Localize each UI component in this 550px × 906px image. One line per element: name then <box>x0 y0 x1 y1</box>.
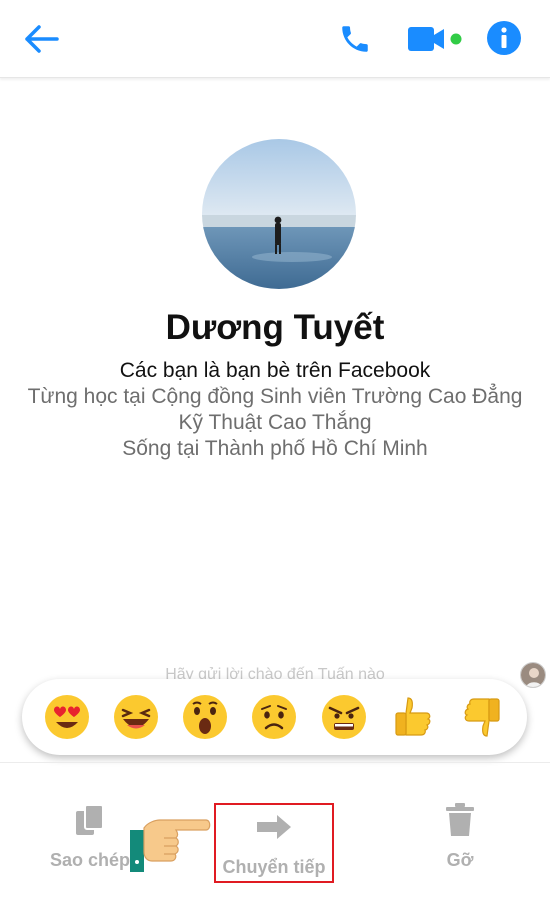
forward-label: Chuyển tiếp <box>222 857 326 877</box>
friend-status: Các bạn là bạn bè trên Facebook <box>119 359 431 382</box>
thumbs-up-reaction[interactable] <box>390 694 436 740</box>
wow-emoji-icon <box>183 695 228 739</box>
location-info: Sống tại Thành phố Hồ Chí Minh <box>122 437 428 460</box>
wow-reaction[interactable] <box>182 694 228 740</box>
conversation-info-button[interactable] <box>482 16 526 60</box>
profile-details: Các bạn là bạn bè trên Facebook Từng học… <box>20 358 530 462</box>
pointing-hand-icon <box>128 800 212 876</box>
laughing-emoji-icon <box>114 695 159 739</box>
profile-name: Dương Tuyết <box>165 308 385 347</box>
video-call-button[interactable] <box>406 18 468 60</box>
thumbs-down-icon <box>464 698 500 737</box>
sad-emoji-icon <box>252 695 297 739</box>
unsend-label: Gỡ <box>446 850 474 870</box>
reaction-bar <box>22 679 527 755</box>
profile-avatar[interactable] <box>202 139 356 289</box>
copy-label: Sao chép <box>49 850 131 870</box>
back-button[interactable] <box>18 16 64 62</box>
angry-emoji-icon <box>321 695 366 739</box>
phone-icon <box>342 26 368 52</box>
laughing-reaction[interactable] <box>113 694 159 740</box>
heart-eyes-reaction[interactable] <box>44 694 90 740</box>
forward-button[interactable]: Chuyển tiếp <box>214 803 334 883</box>
divider <box>0 762 550 763</box>
conversation-header <box>0 0 550 78</box>
angry-reaction[interactable] <box>321 694 367 740</box>
arrow-left-icon <box>25 25 59 53</box>
trash-icon <box>446 803 474 836</box>
sad-reaction[interactable] <box>251 694 297 740</box>
voice-call-button[interactable] <box>332 16 378 62</box>
heart-eyes-emoji-icon <box>45 695 89 739</box>
forward-arrow-icon <box>257 815 291 839</box>
thumbs-up-icon <box>395 697 431 736</box>
video-camera-icon <box>408 27 462 51</box>
education-info: Từng học tại Cộng đồng Sinh viên Trường … <box>27 385 523 434</box>
copy-icon <box>76 804 104 835</box>
info-icon <box>487 21 521 55</box>
thumbs-down-reaction[interactable] <box>459 694 505 740</box>
unsend-button[interactable]: Gỡ <box>420 800 500 884</box>
seen-avatar <box>520 662 546 688</box>
copy-button[interactable]: Sao chép <box>40 800 140 884</box>
